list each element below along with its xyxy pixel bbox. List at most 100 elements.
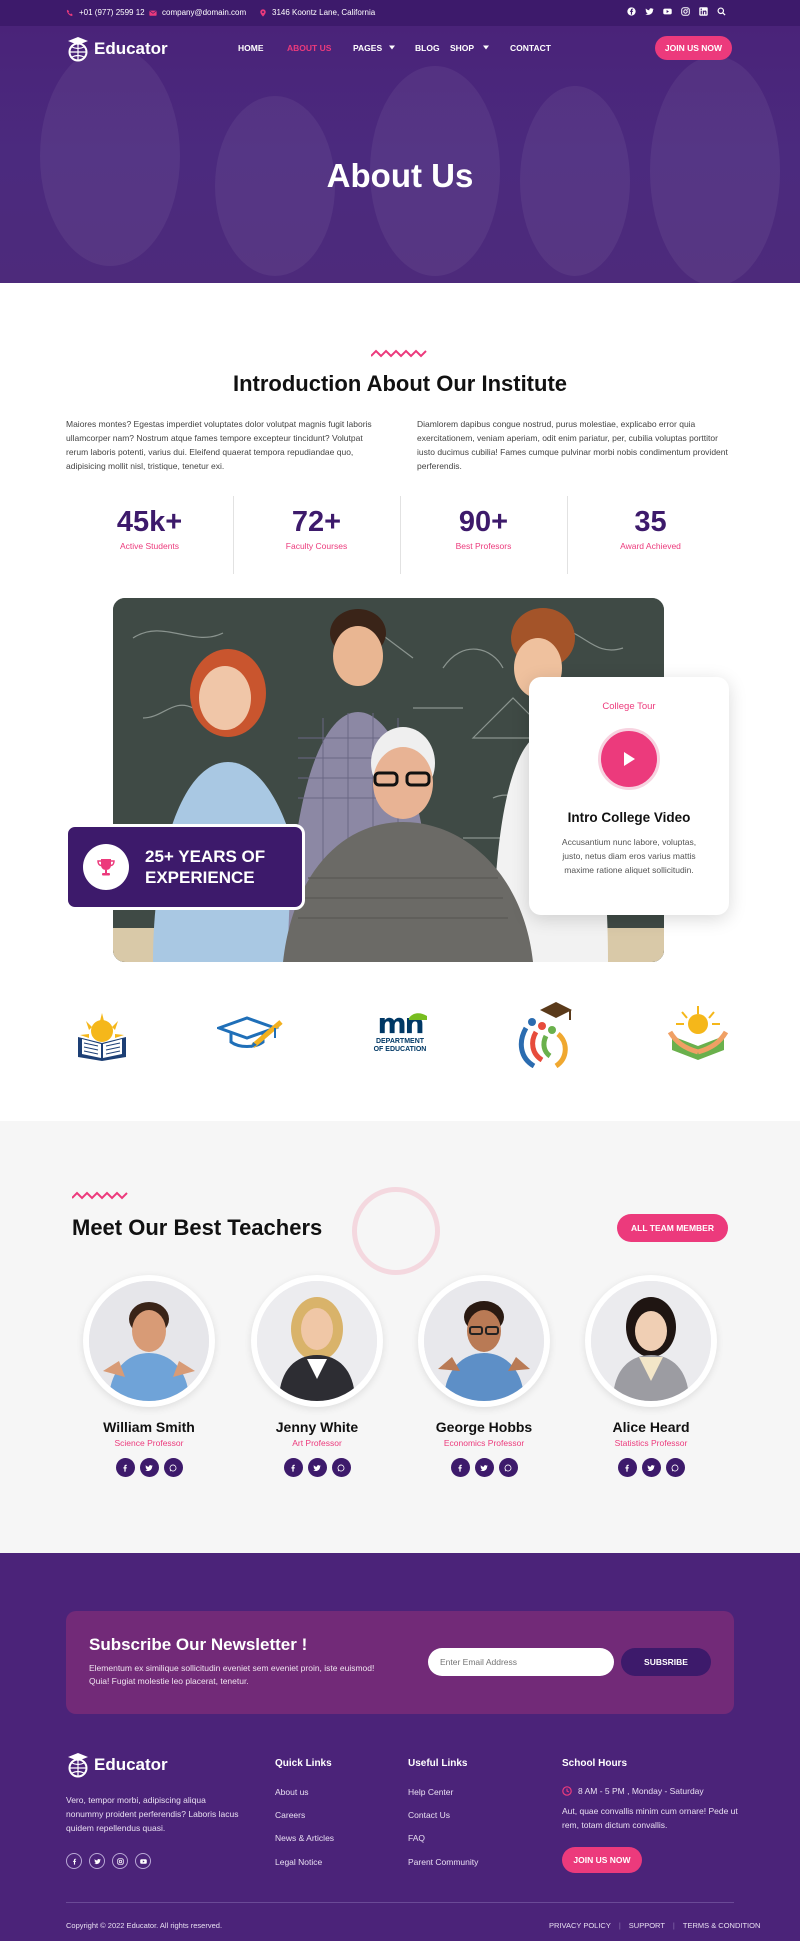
privacy-policy-link[interactable]: PRIVACY POLICY: [549, 1921, 611, 1930]
stat-label: Faculty Courses: [285, 541, 348, 551]
avatar: [251, 1275, 383, 1407]
teacher-card[interactable]: Jenny White Art Professor: [247, 1275, 387, 1477]
separator: |: [618, 1921, 621, 1930]
twitter-icon[interactable]: [89, 1853, 105, 1869]
copyright-text: Copyright © 2022 Educator. All rights re…: [66, 1921, 223, 1930]
experience-badge: 25+ YEARS OF EXPERIENCE: [65, 824, 305, 910]
nav-item-contact[interactable]: CONTACT: [510, 43, 551, 53]
legal-links: PRIVACY POLICY | SUPPORT | TERMS & CONDI…: [549, 1921, 760, 1930]
decor-ring: [352, 1187, 440, 1275]
teacher-social: [247, 1458, 387, 1477]
nav-item-home[interactable]: HOME: [238, 43, 287, 53]
whatsapp-icon[interactable]: [331, 1458, 351, 1477]
facebook-icon[interactable]: [450, 1458, 470, 1477]
avatar: [418, 1275, 550, 1407]
all-team-button[interactable]: ALL TEAM MEMBER: [617, 1214, 728, 1242]
graduation-globe-icon: [68, 1753, 88, 1778]
experience-text: 25+ YEARS OF EXPERIENCE: [145, 846, 285, 888]
footer-divider: [66, 1902, 734, 1903]
nav-item-about[interactable]: ABOUT US: [287, 43, 353, 53]
facebook-icon[interactable]: [115, 1458, 135, 1477]
footer-link-parent[interactable]: Parent Community: [408, 1857, 478, 1867]
zigzag-divider: [371, 349, 427, 358]
terms-link[interactable]: TERMS & CONDITION: [683, 1921, 761, 1930]
intro-left-text: Maiores montes? Egestas imperdiet volupt…: [66, 419, 372, 471]
teacher-photo: [591, 1281, 711, 1401]
phone-text: +01 (977) 2599 12: [79, 8, 145, 17]
map-pin-icon: [260, 8, 266, 17]
facebook-icon[interactable]: [283, 1458, 303, 1477]
teacher-card[interactable]: William Smith Science Professor: [79, 1275, 219, 1477]
footer-logo[interactable]: Educator: [66, 1752, 168, 1778]
topbar-social: [627, 7, 726, 16]
footer-link-about[interactable]: About us: [275, 1787, 309, 1797]
linkedin-icon[interactable]: [699, 7, 708, 16]
footer-link-faq[interactable]: FAQ: [408, 1833, 425, 1843]
footer-join-button[interactable]: JOIN US NOW: [562, 1847, 642, 1873]
useful-links-title: Useful Links: [408, 1758, 468, 1769]
intro-right-text: Diamlorem dapibus congue nostrud, purus …: [417, 419, 728, 471]
join-us-button[interactable]: JOIN US NOW: [655, 36, 732, 60]
teacher-photo: [89, 1281, 209, 1401]
teacher-name: Jenny White: [275, 1419, 359, 1435]
teacher-card[interactable]: Alice Heard Statistics Professor: [581, 1275, 721, 1477]
experience-line2: EXPERIENCE: [145, 868, 255, 887]
support-link[interactable]: SUPPORT: [629, 1921, 665, 1930]
twitter-icon[interactable]: [645, 7, 654, 16]
chevron-down-icon: [389, 45, 395, 50]
email-info[interactable]: company@domain.com: [149, 8, 246, 17]
youtube-icon[interactable]: [135, 1853, 151, 1869]
footer-link-careers[interactable]: Careers: [275, 1810, 305, 1820]
teacher-name: William Smith: [103, 1419, 195, 1435]
whatsapp-icon[interactable]: [665, 1458, 685, 1477]
facebook-icon[interactable]: [617, 1458, 637, 1477]
chevron-down-icon: [483, 45, 489, 50]
stat-number: 72+: [291, 506, 342, 538]
twitter-icon[interactable]: [641, 1458, 661, 1477]
stat-number: 35: [634, 506, 667, 538]
play-video-button[interactable]: [598, 728, 660, 790]
play-icon: [624, 752, 635, 766]
whatsapp-icon[interactable]: [163, 1458, 183, 1477]
open-book-logo: [74, 1009, 130, 1066]
logo-text: Educator: [94, 1755, 168, 1774]
teacher-card[interactable]: George Hobbs Economics Professor: [414, 1275, 554, 1477]
instagram-icon[interactable]: [112, 1853, 128, 1869]
sun-book-logo: [666, 1002, 730, 1071]
teacher-photo: [257, 1281, 377, 1401]
trophy-icon: [97, 859, 115, 876]
twitter-icon[interactable]: [139, 1458, 159, 1477]
separator: |: [672, 1921, 675, 1930]
facebook-icon[interactable]: [66, 1853, 82, 1869]
teacher-role: Statistics Professor: [614, 1438, 688, 1448]
top-bar: +01 (977) 2599 12 company@domain.com 314…: [0, 0, 800, 26]
footer-link-help[interactable]: Help Center: [408, 1787, 453, 1797]
logo-text: Educator: [94, 39, 168, 58]
twitter-icon[interactable]: [307, 1458, 327, 1477]
nav-item-shop[interactable]: SHOP: [450, 43, 483, 53]
instagram-icon[interactable]: [681, 7, 690, 16]
facebook-icon[interactable]: [627, 7, 636, 16]
stat-courses: 72+ Faculty Courses: [233, 506, 400, 551]
graduation-globe-icon: [68, 37, 88, 62]
school-hours-title: School Hours: [562, 1758, 628, 1769]
phone-info[interactable]: +01 (977) 2599 12: [66, 8, 145, 17]
subscribe-button[interactable]: SUBSRIBE: [621, 1648, 711, 1676]
nav-item-pages[interactable]: PAGES: [353, 43, 389, 53]
footer-link-contact[interactable]: Contact Us: [408, 1810, 450, 1820]
newsletter-email-input[interactable]: [428, 1648, 614, 1676]
youtube-icon[interactable]: [663, 7, 672, 16]
video-eyebrow: College Tour: [602, 701, 656, 712]
quick-links-title: Quick Links: [275, 1758, 332, 1769]
site-logo[interactable]: Educator: [66, 36, 168, 62]
search-icon[interactable]: [717, 7, 726, 16]
twitter-icon[interactable]: [474, 1458, 494, 1477]
footer-about-text: Vero, tempor morbi, adipiscing aliqua no…: [66, 1795, 239, 1833]
page-title: About Us: [326, 157, 474, 194]
footer-link-news[interactable]: News & Articles: [275, 1833, 334, 1843]
whatsapp-icon[interactable]: [498, 1458, 518, 1477]
footer-link-legal[interactable]: Legal Notice: [275, 1857, 322, 1867]
nav-item-blog[interactable]: BLOG: [415, 43, 450, 53]
video-text: Accusantium nunc labore, voluptas, justo…: [561, 837, 697, 875]
teacher-role: Science Professor: [114, 1438, 184, 1448]
